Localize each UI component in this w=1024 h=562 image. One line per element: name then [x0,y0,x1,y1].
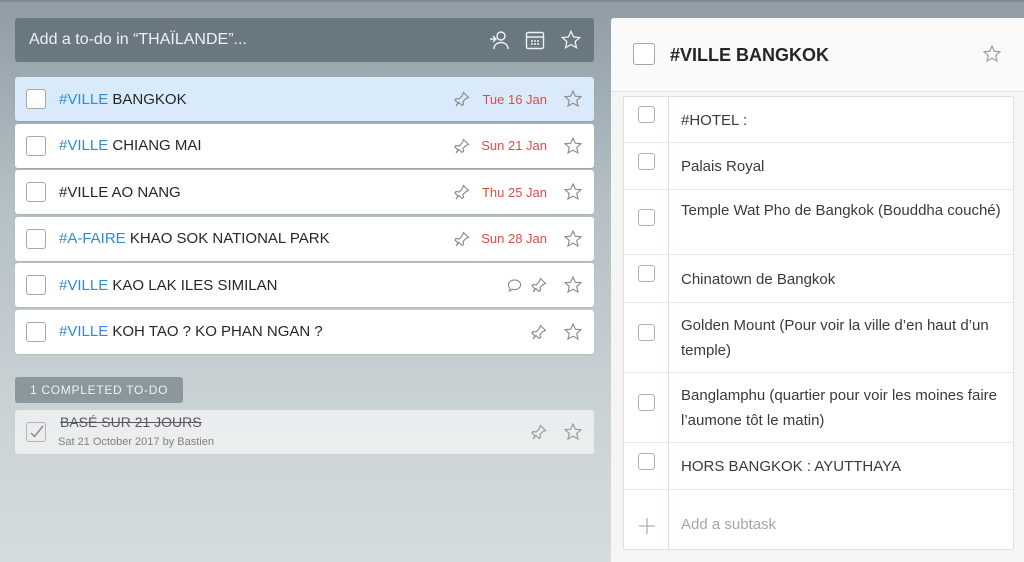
detail-header: #VILLE BANGKOK [611,18,1024,92]
detail-checkbox[interactable] [633,43,655,65]
due-date: Tue 16 Jan [482,91,547,107]
subtask-checkbox[interactable] [638,153,655,170]
subtask-checkbox[interactable] [638,394,655,411]
task-tag[interactable]: #VILLE [59,91,108,108]
pin-icon[interactable] [454,137,470,154]
task-row[interactable]: #VILLE BANGKOK Tue 16 Jan [15,77,594,121]
task-title-text: BANGKOK [108,90,187,108]
pin-icon[interactable] [531,323,547,340]
task-row[interactable]: #A-FAIRE KHAO SOK NATIONAL PARK Sun 28 Ja… [15,216,594,261]
task-title-text: KAO LAK ILES SIMILAN [108,276,278,294]
star-icon[interactable] [563,182,583,202]
add-subtask-input[interactable]: Add a subtask [681,516,776,533]
task-checkbox[interactable] [26,321,46,342]
subtask-title[interactable]: Palais Royal [681,154,1011,179]
subtask-title[interactable]: Banglamphu (quartier pour voir les moine… [681,383,1011,433]
task-title[interactable]: #VILLE BANGKOK [59,91,187,108]
subtask-list: Add a subtask #HOTEL : Palais Royal Temple… [623,96,1014,550]
due-date: Sun 28 Jan [481,231,547,246]
task-row[interactable]: #VILLE KOH TAO ? KO PHAN NGAN ? [15,309,594,354]
plus-icon[interactable] [638,517,656,535]
todo-list: #VILLE BANGKOK Tue 16 Jan #VILLE CHIANG MA… [15,77,594,354]
task-row[interactable]: #VILLE CHIANG MAI Sun 21 Jan [15,123,594,168]
star-icon[interactable] [563,136,583,156]
task-title[interactable]: #VILLE KAO LAK ILES SIMILAN [59,277,277,294]
subtask-row[interactable]: #HOTEL : [624,97,1013,143]
subtask-row[interactable]: Golden Mount (Pour voir la ville d’en ha… [624,303,1013,373]
subtask-row[interactable]: Banglamphu (quartier pour voir les moine… [624,373,1013,443]
pin-icon[interactable] [531,424,547,440]
calendar-icon[interactable] [524,29,546,51]
due-date: Sun 21 Jan [481,138,547,153]
completed-task-title: BASÉ SUR 21 JOURS [60,414,202,430]
star-icon[interactable] [563,89,583,109]
pin-icon[interactable] [531,277,547,293]
star-icon[interactable] [563,322,583,342]
subtask-checkbox[interactable] [638,265,655,282]
subtask-row[interactable]: Palais Royal [624,143,1013,190]
add-subtask-row[interactable]: Add a subtask [624,502,1013,549]
subtask-row[interactable]: Chinatown de Bangkok [624,255,1013,303]
task-title[interactable]: #A-FAIRE KHAO SOK NATIONAL PARK [59,230,330,247]
star-icon[interactable] [563,422,583,442]
subtask-checkbox[interactable] [638,209,655,226]
task-row[interactable]: #VILLE AO NANG Thu 25 Jan [15,170,594,214]
task-title-text: CHIANG MAI [108,137,202,154]
task-title-text: KHAO SOK NATIONAL PARK [125,230,330,247]
completed-task-meta: Sat 21 October 2017 by Bastien [58,436,214,448]
task-row[interactable]: #VILLE KAO LAK ILES SIMILAN [15,263,594,307]
window-top-edge [0,0,1024,2]
subtask-title[interactable]: Temple Wat Pho de Bangkok (Bouddha couch… [681,198,1011,223]
subtask-checkbox[interactable] [638,453,655,470]
detail-title[interactable]: #VILLE BANGKOK [670,45,829,66]
task-title[interactable]: #VILLE CHIANG MAI [59,137,202,154]
pin-icon[interactable] [454,91,470,107]
add-todo-input[interactable]: Add a to-do in “THAÏLANDE”... [29,31,474,49]
subtask-checkbox[interactable] [638,324,655,341]
subtask-row[interactable]: HORS BANGKOK : AYUTTHAYA [624,443,1013,490]
task-checkbox[interactable] [26,228,46,249]
task-tag[interactable]: #VILLE [59,137,108,154]
task-title-text: KOH TAO ? KO PHAN NGAN ? [108,323,323,340]
task-checkbox[interactable] [26,275,46,295]
subtask-title[interactable]: Golden Mount (Pour voir la ville d’en ha… [681,313,1011,363]
subtask-checkbox[interactable] [638,106,655,123]
star-icon[interactable] [982,44,1002,64]
task-checkbox[interactable] [26,182,46,202]
task-tag[interactable]: #VILLE [59,323,108,340]
subtask-title[interactable]: HORS BANGKOK : AYUTTHAYA [681,454,1011,479]
task-title[interactable]: #VILLE AO NANG [59,184,181,201]
task-tag[interactable]: #VILLE [59,277,108,294]
star-icon[interactable] [563,229,583,249]
completed-toggle[interactable]: 1 COMPLETED TO-DO [15,377,184,403]
task-list-pane: Add a to-do in “THAÏLANDE”... #VILLE BAN… [15,18,594,454]
task-checkbox[interactable] [26,89,46,109]
subtask-title[interactable]: Chinatown de Bangkok [681,267,1011,292]
note-icon [507,278,522,292]
due-date: Thu 25 Jan [481,184,547,200]
assign-user-icon[interactable] [488,29,510,51]
star-icon[interactable] [560,29,582,51]
completed-task[interactable]: BASÉ SUR 21 JOURS Sat 21 October 2017 by… [15,410,594,454]
star-icon[interactable] [563,275,583,295]
task-detail-pane: #VILLE BANGKOK Add a subtask #HOTEL : Pal… [611,18,1024,562]
task-tag[interactable]: #A-FAIRE [59,230,126,247]
subtask-row[interactable]: Temple Wat Pho de Bangkok (Bouddha couch… [624,190,1013,255]
task-title-text: #VILLE AO NANG [59,183,181,201]
pin-icon[interactable] [454,184,470,200]
pin-icon[interactable] [454,230,470,247]
task-checkbox[interactable] [26,135,46,156]
subtask-title[interactable]: #HOTEL : [681,108,1011,133]
task-title[interactable]: #VILLE KOH TAO ? KO PHAN NGAN ? [59,323,323,340]
checked-checkbox[interactable] [26,422,46,442]
add-todo-bar[interactable]: Add a to-do in “THAÏLANDE”... [15,18,594,62]
